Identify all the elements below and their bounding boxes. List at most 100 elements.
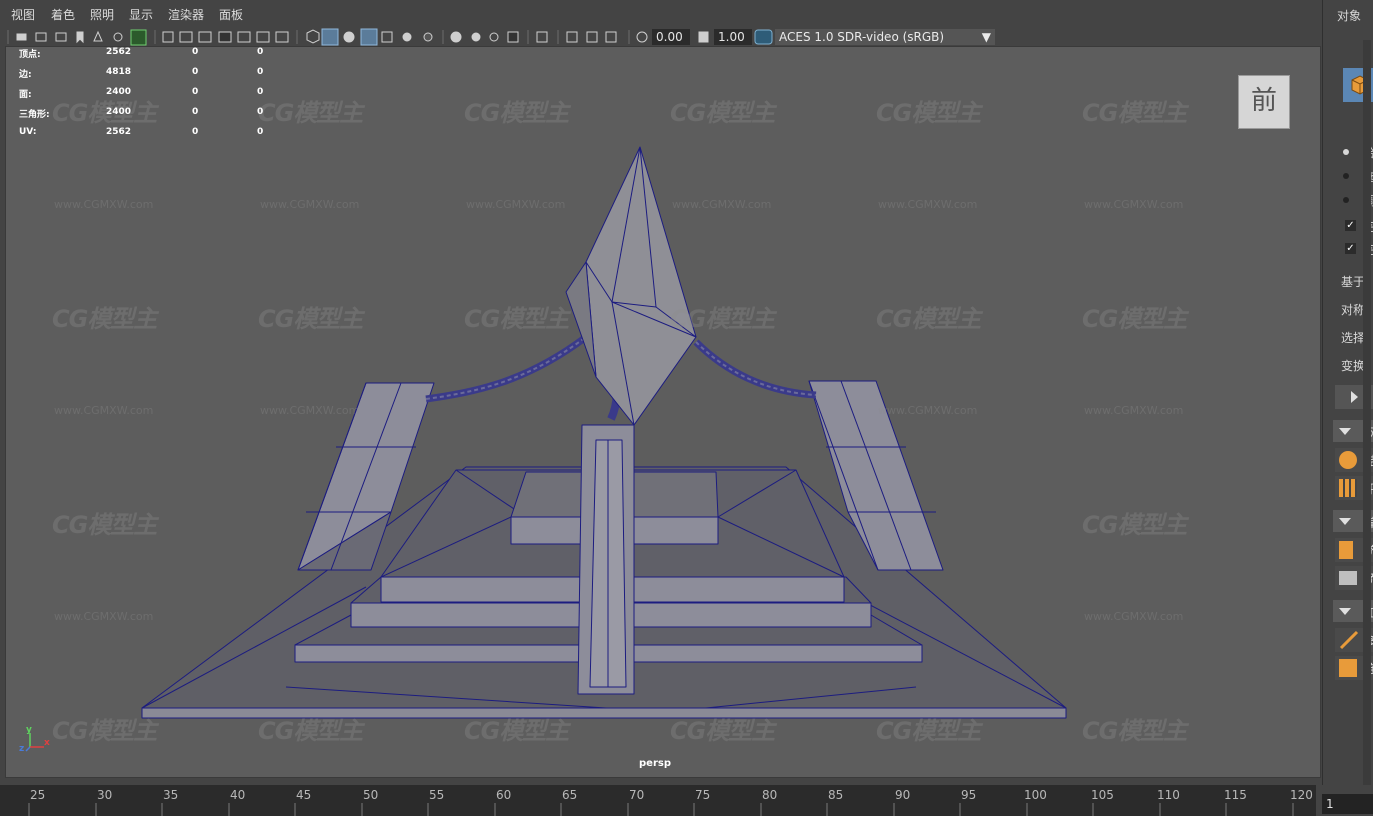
hud-label: 顶点: xyxy=(19,50,41,60)
gamma-icon xyxy=(698,31,709,43)
watermark-logo: CG模型主 xyxy=(464,717,569,745)
menu-shading[interactable]: 着色 xyxy=(51,6,75,23)
watermark-logo: CG模型主 xyxy=(876,305,981,333)
watermark-url: www.CGMXW.com xyxy=(878,404,978,417)
xray-active-icon xyxy=(586,31,598,43)
isolate-select-icon xyxy=(536,31,548,43)
watermark-url: www.CGMXW.com xyxy=(54,404,154,417)
combine-icon xyxy=(1339,451,1357,469)
triangle-right-icon xyxy=(1351,391,1358,403)
watermark-url: www.CGMXW.com xyxy=(466,198,566,211)
hud-value: 2400 xyxy=(106,87,132,97)
watermark-logo: CG模型主 xyxy=(1082,717,1187,745)
2d-pan-zoom-icon xyxy=(113,32,123,42)
grease-pencil-icon xyxy=(130,29,147,46)
viewport-toolbar: 0.00 1.00 ACES 1.0 SDR-video (sRGB) ▼ xyxy=(0,27,1322,47)
bridge-icon xyxy=(1339,571,1357,585)
exposure-field[interactable]: 0.00 xyxy=(652,29,690,45)
hud-label: 边: xyxy=(19,70,32,80)
checkbox-1[interactable]: ✓ xyxy=(1345,220,1356,231)
gate-mask-icon xyxy=(218,31,232,43)
depth-of-field-icon xyxy=(507,31,519,43)
hud-value: 0 xyxy=(257,107,264,117)
based-on-label: 基于 xyxy=(1341,275,1366,289)
watermark-url: www.CGMXW.com xyxy=(672,198,772,211)
hud-value: 2562 xyxy=(106,127,132,137)
watermark-logo: CG模型主 xyxy=(876,99,981,127)
menu-bar: 视图 着色 照明 显示 渲染器 面板 xyxy=(0,0,1322,27)
wireframe-icon xyxy=(306,29,320,44)
watermark-logo: CG模型主 xyxy=(52,717,157,745)
multicut-icon xyxy=(1339,630,1359,650)
smooth-shade-icon xyxy=(321,28,339,46)
camera-attr-icon xyxy=(35,32,47,42)
watermark-url: www.CGMXW.com xyxy=(878,198,978,211)
menu-renderer[interactable]: 渲染器 xyxy=(168,6,204,23)
watermark-logo: CG模型主 xyxy=(1082,305,1187,333)
film-gate-icon xyxy=(179,31,193,43)
panel-scrollbar[interactable] xyxy=(1363,40,1371,785)
resolution-gate-icon xyxy=(198,31,212,43)
watermark-logo: CG模型主 xyxy=(258,305,363,333)
hud-value: 0 xyxy=(192,67,199,77)
time-slider[interactable]: 25 30 35 40 45 50 55 60 65 70 75 80 85 9… xyxy=(0,785,1316,816)
watermark-url: www.CGMXW.com xyxy=(260,198,360,211)
bookmark-camera-icon xyxy=(55,32,67,42)
view-cube[interactable]: 前 xyxy=(1238,75,1290,129)
axis-y-label: y xyxy=(26,725,32,735)
watermark-logo: CG模型主 xyxy=(464,99,569,127)
default-material-icon xyxy=(343,31,355,43)
gamma-field[interactable]: 1.00 xyxy=(714,29,752,45)
watermark-logo: CG模型主 xyxy=(464,305,569,333)
hud-value: 0 xyxy=(257,67,264,77)
wireframe-on-shaded-icon xyxy=(360,28,378,46)
watermark-logo: CG模型主 xyxy=(1082,511,1187,539)
safe-title-icon xyxy=(275,31,289,43)
axis-x-label: x xyxy=(44,738,50,748)
transform-constraint-label: 变换 xyxy=(1341,359,1366,373)
hud-label: 三角形: xyxy=(19,110,50,120)
hud-value: 0 xyxy=(192,47,199,57)
watermark-logo: CG模型主 xyxy=(670,99,775,127)
hud-value: 0 xyxy=(192,107,199,117)
watermark-logo: CG模型主 xyxy=(52,99,157,127)
color-management-icon xyxy=(754,29,773,45)
watermark-logo: CG模型主 xyxy=(52,511,157,539)
motion-blur-icon xyxy=(471,32,481,42)
left-chain xyxy=(425,334,589,403)
hud-label: 面: xyxy=(19,90,32,100)
radio-tweak[interactable] xyxy=(1343,197,1349,203)
hud-value: 4818 xyxy=(106,67,132,77)
hud-value: 0 xyxy=(257,47,264,57)
radio-drag[interactable] xyxy=(1343,173,1349,179)
field-chart-icon xyxy=(237,31,251,43)
current-frame-field[interactable]: 1 xyxy=(1322,794,1373,814)
use-all-lights-icon xyxy=(402,32,412,42)
time-slider-ticks xyxy=(28,803,1294,816)
triangle-down-icon xyxy=(1339,518,1351,525)
panel-header[interactable]: 对象 xyxy=(1337,7,1361,24)
extrude-icon xyxy=(1339,541,1353,559)
watermark-logo: CG模型主 xyxy=(258,99,363,127)
image-plane-icon xyxy=(93,30,103,42)
camera-name-label: persp xyxy=(639,758,671,769)
checkbox-2[interactable]: ✓ xyxy=(1345,243,1356,254)
menu-show[interactable]: 显示 xyxy=(129,6,153,23)
perspective-viewport[interactable]: CG模型主 CG模型主 CG模型主 CG模型主 CG模型主 CG模型主 www.… xyxy=(5,46,1321,778)
color-space-dropdown[interactable]: ACES 1.0 SDR-video (sRGB) ▼ xyxy=(775,29,995,45)
menu-panels[interactable]: 面板 xyxy=(219,6,243,23)
hud-value: 0 xyxy=(257,87,264,97)
triangle-down-icon xyxy=(1339,608,1351,615)
watermark-logo: CG模型主 xyxy=(258,717,363,745)
watermark-url: www.CGMXW.com xyxy=(54,198,154,211)
watermark-url: www.CGMXW.com xyxy=(260,404,360,417)
menu-view[interactable]: 视图 xyxy=(11,6,35,23)
radio-pick[interactable] xyxy=(1343,149,1349,155)
camera-attributes-icon xyxy=(605,31,617,43)
connect-icon xyxy=(1339,659,1357,677)
selection-constraint-label: 选择 xyxy=(1341,331,1366,345)
screen-space-ao-icon xyxy=(450,31,462,43)
watermark-logo: CG模型主 xyxy=(670,717,775,745)
menu-lighting[interactable]: 照明 xyxy=(90,6,114,23)
shadows-icon xyxy=(423,32,433,42)
